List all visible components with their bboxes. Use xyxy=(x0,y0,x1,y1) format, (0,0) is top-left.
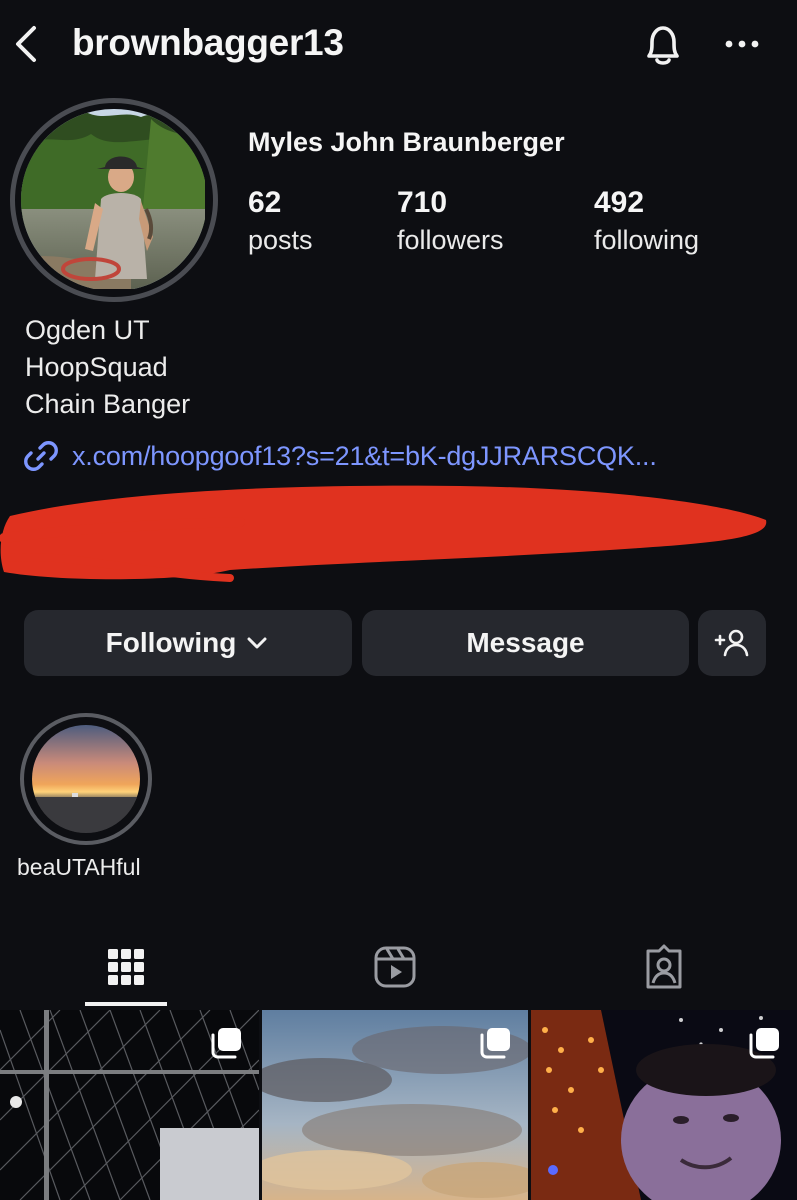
bio-line: HoopSquad xyxy=(25,352,168,382)
more-options-button[interactable] xyxy=(716,22,768,66)
grid-post[interactable] xyxy=(531,1010,797,1200)
tab-posts-grid[interactable] xyxy=(76,932,176,1002)
following-button-label: Following xyxy=(105,627,237,658)
stat-followers-label: followers xyxy=(397,225,504,255)
bio-line: Ogden UT xyxy=(25,315,150,345)
profile-bio: Ogden UT HoopSquad Chain Banger xyxy=(25,312,190,423)
link-icon xyxy=(24,441,58,471)
highlight-cover xyxy=(32,725,140,833)
grid-icon xyxy=(108,949,144,985)
grid-post[interactable] xyxy=(0,1010,259,1200)
stat-following[interactable]: 492 following xyxy=(594,184,699,258)
bio-line: Chain Banger xyxy=(25,389,191,419)
multiple-photos-icon xyxy=(211,1028,241,1059)
tab-tagged[interactable] xyxy=(614,932,714,1002)
redaction-scribble xyxy=(0,485,767,582)
stat-followers[interactable]: 710 followers xyxy=(397,184,504,258)
back-button[interactable] xyxy=(8,22,48,66)
profile-username: brownbagger13 xyxy=(72,22,344,63)
message-button[interactable]: Message xyxy=(362,610,689,676)
stat-posts-label: posts xyxy=(248,225,313,255)
story-highlight[interactable] xyxy=(20,713,152,845)
chevron-down-icon xyxy=(247,637,267,649)
notifications-button[interactable] xyxy=(636,18,690,72)
grid-post[interactable] xyxy=(262,1010,528,1200)
highlight-label: beaUTAHful xyxy=(17,854,141,880)
profile-full-name: Myles John Braunberger xyxy=(248,127,565,157)
tab-reels[interactable] xyxy=(345,932,445,1002)
add-person-icon xyxy=(714,629,749,657)
following-button[interactable]: Following xyxy=(24,610,352,676)
suggested-people-button[interactable] xyxy=(698,610,766,676)
avatar-photo xyxy=(21,109,207,291)
stat-posts-count: 62 xyxy=(248,186,282,219)
chevron-left-icon xyxy=(16,26,36,62)
multiple-photos-icon xyxy=(480,1028,510,1059)
more-horizontal-icon xyxy=(725,40,759,48)
stat-posts[interactable]: 62 posts xyxy=(248,184,313,258)
stat-followers-count: 710 xyxy=(397,186,448,219)
reels-icon xyxy=(374,946,416,988)
active-tab-indicator xyxy=(85,1002,167,1006)
stat-following-label: following xyxy=(594,225,700,255)
profile-link[interactable]: x.com/hoopgoof13?s=21&t=bK-dgJJRARSCQK..… xyxy=(22,436,657,476)
tagged-icon xyxy=(646,944,682,989)
bell-icon xyxy=(647,26,679,65)
stat-following-count: 492 xyxy=(594,186,645,219)
message-button-label: Message xyxy=(466,627,585,658)
profile-link-text: x.com/hoopgoof13?s=21&t=bK-dgJJRARSCQK..… xyxy=(72,440,657,471)
profile-avatar[interactable] xyxy=(10,98,218,302)
multiple-photos-icon xyxy=(749,1028,779,1059)
